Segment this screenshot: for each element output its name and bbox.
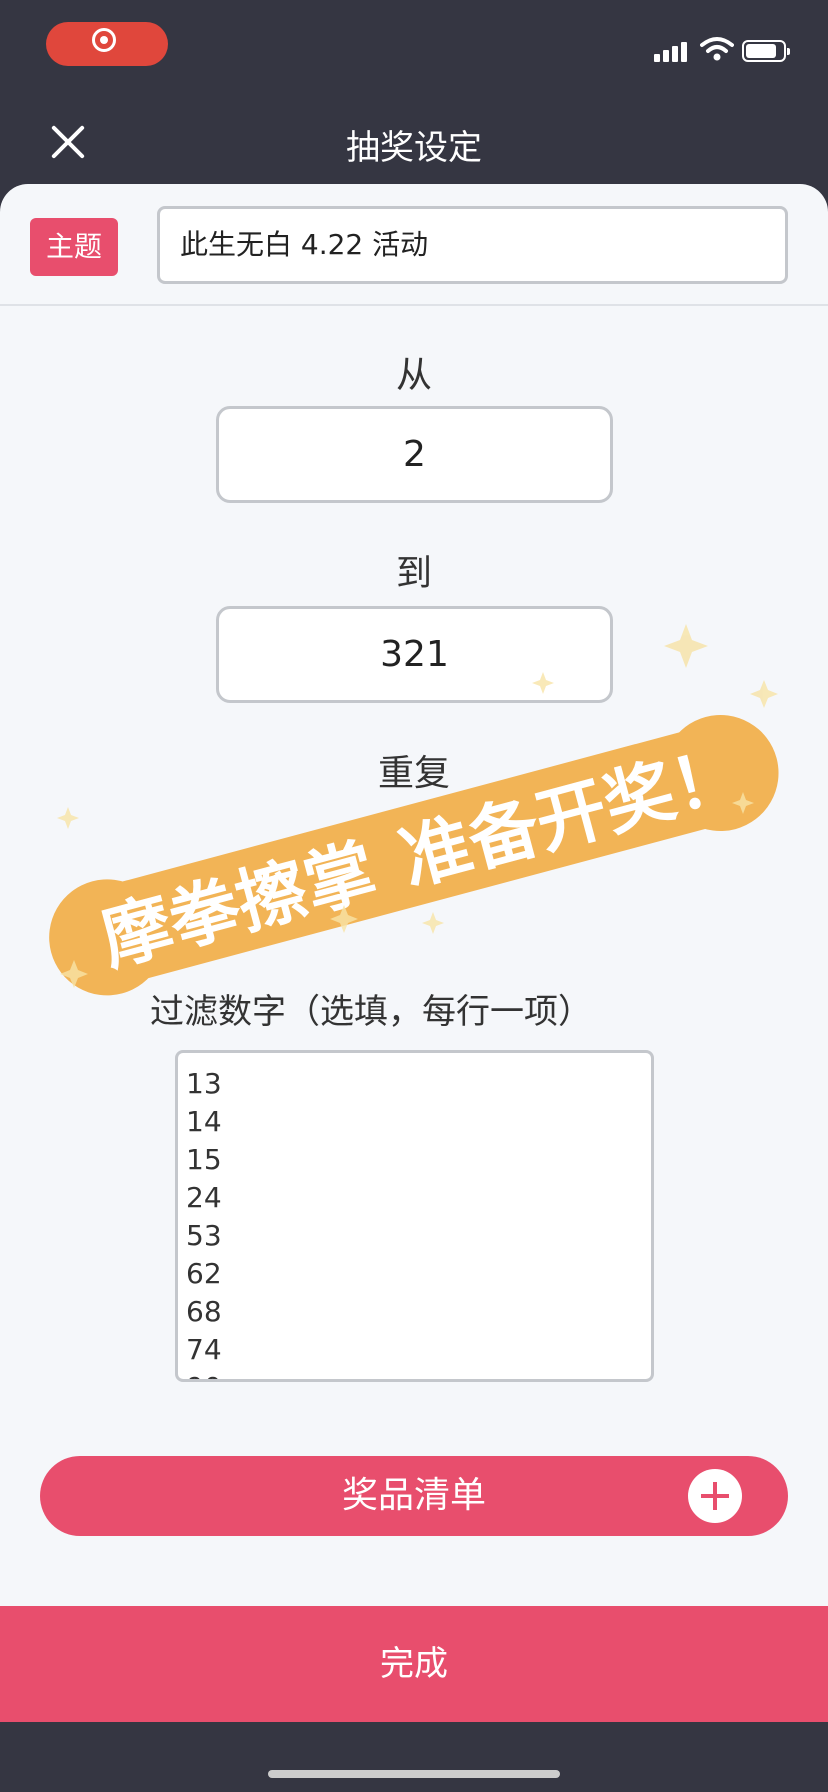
battery-icon <box>742 40 790 62</box>
screen-recording-indicator[interactable] <box>46 22 168 66</box>
done-button[interactable]: 完成 <box>0 1606 828 1722</box>
nav-bar: 抽奖设定 <box>0 90 828 186</box>
filter-line: 15 <box>186 1143 222 1176</box>
from-input[interactable]: 2 <box>216 406 613 503</box>
filter-line: 68 <box>186 1295 222 1328</box>
topic-badge: 主题 <box>30 218 118 276</box>
cellular-signal-icon <box>654 40 690 62</box>
page-title: 抽奖设定 <box>346 128 482 168</box>
wifi-icon <box>700 37 734 61</box>
status-bar <box>0 0 828 90</box>
divider <box>0 304 828 306</box>
home-indicator <box>268 1770 560 1778</box>
filter-line: 13 <box>186 1067 222 1100</box>
filter-line: 74 <box>186 1333 222 1366</box>
to-input[interactable]: 321 <box>216 606 613 703</box>
filter-line: 53 <box>186 1219 222 1252</box>
record-icon <box>92 28 116 52</box>
filter-line: 24 <box>186 1181 222 1214</box>
repeat-label: 重复 <box>377 753 450 794</box>
filter-textarea[interactable]: 13 14 15 24 53 62 68 74 90 <box>175 1050 654 1382</box>
filter-label: 过滤数字（选填，每行一项） <box>150 992 592 1032</box>
add-icon[interactable] <box>688 1469 742 1523</box>
prize-list-button[interactable]: 奖品清单 <box>40 1456 788 1536</box>
settings-sheet: 主题 此生无白 4.22 活动 从 2 到 321 重复 过滤数字（选填，每行一… <box>0 184 828 1660</box>
topic-input[interactable]: 此生无白 4.22 活动 <box>157 206 788 284</box>
filter-line: 14 <box>186 1105 222 1138</box>
repeat-toggle[interactable] <box>364 829 468 885</box>
prize-list-label: 奖品清单 <box>341 1475 486 1516</box>
to-label: 到 <box>395 553 432 594</box>
filter-line: 90 <box>186 1369 651 1379</box>
filter-line: 62 <box>186 1257 222 1290</box>
from-label: 从 <box>395 355 432 396</box>
